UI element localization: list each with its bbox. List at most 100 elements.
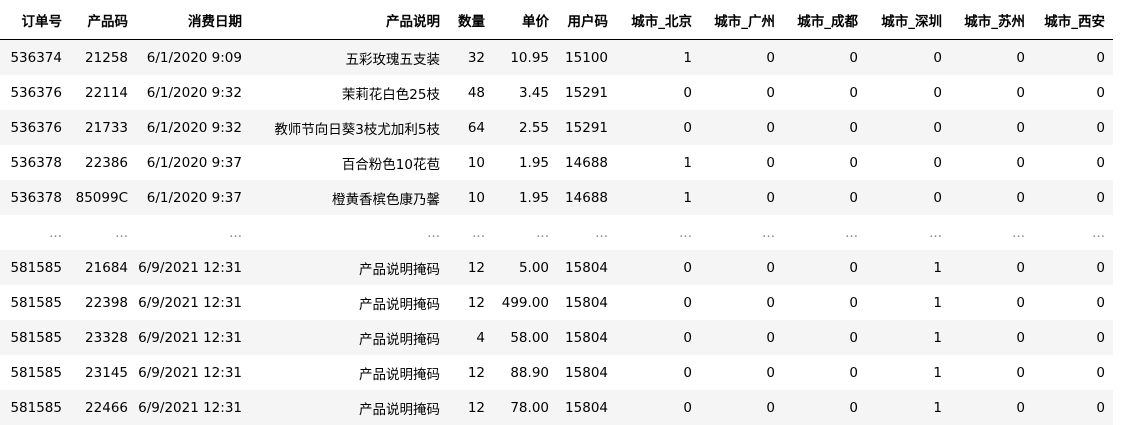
cell-purchase-date: 6/9/2021 12:31 [136, 320, 250, 355]
column-header-city-chengdu: 城市_成都 [783, 0, 866, 40]
cell-city-chengdu: 0 [783, 180, 866, 215]
cell-purchase-date: ... [136, 215, 250, 250]
table-body: 536374212586/1/2020 9:09五彩玫瑰五支装3210.9515… [0, 40, 1113, 425]
cell-city-shenzhen: 1 [866, 250, 950, 285]
cell-city-shenzhen: 1 [866, 390, 950, 425]
cell-city-guangzhou: 0 [700, 355, 783, 390]
cell-city-shenzhen: 1 [866, 285, 950, 320]
cell-product-code: 22114 [70, 75, 136, 110]
table-header: 订单号 产品码 消费日期 产品说明 数量 单价 用户码 城市_北京 城市_广州 … [0, 0, 1113, 40]
cell-quantity: 48 [448, 75, 493, 110]
cell-city-shenzhen: 0 [866, 40, 950, 76]
cell-city-beijing: 0 [616, 285, 700, 320]
cell-product-description: 五彩玫瑰五支装 [250, 40, 448, 76]
cell-user-id: 15804 [557, 320, 616, 355]
table-row: 581585223986/9/2021 12:31产品说明掩码12499.001… [0, 285, 1113, 320]
cell-city-xian: 0 [1033, 75, 1113, 110]
cell-product-description: ... [250, 215, 448, 250]
cell-order-id: 581585 [0, 320, 70, 355]
column-header-city-beijing: 城市_北京 [616, 0, 700, 40]
cell-user-id: 15804 [557, 390, 616, 425]
cell-city-xian: 0 [1033, 110, 1113, 145]
cell-unit-price: 58.00 [493, 320, 557, 355]
cell-city-beijing: 0 [616, 320, 700, 355]
cell-quantity: 4 [448, 320, 493, 355]
cell-city-xian: ... [1033, 215, 1113, 250]
cell-city-xian: 0 [1033, 180, 1113, 215]
cell-user-id: 15100 [557, 40, 616, 76]
column-header-city-suzhou: 城市_苏州 [950, 0, 1033, 40]
cell-quantity: 12 [448, 285, 493, 320]
column-header-city-guangzhou: 城市_广州 [700, 0, 783, 40]
cell-purchase-date: 6/1/2020 9:32 [136, 75, 250, 110]
table-row: 536374212586/1/2020 9:09五彩玫瑰五支装3210.9515… [0, 40, 1113, 76]
cell-city-suzhou: 0 [950, 285, 1033, 320]
cell-purchase-date: 6/1/2020 9:37 [136, 180, 250, 215]
table-row: 581585233286/9/2021 12:31产品说明掩码458.00158… [0, 320, 1113, 355]
cell-unit-price: 78.00 [493, 390, 557, 425]
cell-city-shenzhen: ... [866, 215, 950, 250]
cell-order-id: 581585 [0, 250, 70, 285]
cell-order-id: 581585 [0, 285, 70, 320]
cell-city-beijing: 0 [616, 110, 700, 145]
cell-city-shenzhen: 0 [866, 75, 950, 110]
cell-city-suzhou: 0 [950, 390, 1033, 425]
cell-city-beijing: 1 [616, 180, 700, 215]
cell-city-suzhou: 0 [950, 145, 1033, 180]
cell-product-code: 22398 [70, 285, 136, 320]
cell-city-beijing: 0 [616, 250, 700, 285]
cell-product-code: 23328 [70, 320, 136, 355]
cell-city-chengdu: 0 [783, 110, 866, 145]
cell-product-description: 产品说明掩码 [250, 355, 448, 390]
cell-unit-price: 5.00 [493, 250, 557, 285]
cell-quantity: 10 [448, 180, 493, 215]
table-row: 581585216846/9/2021 12:31产品说明掩码125.00158… [0, 250, 1113, 285]
table-row: 581585231456/9/2021 12:31产品说明掩码1288.9015… [0, 355, 1113, 390]
cell-city-xian: 0 [1033, 145, 1113, 180]
cell-quantity: 12 [448, 390, 493, 425]
cell-quantity: 12 [448, 355, 493, 390]
cell-city-guangzhou: 0 [700, 320, 783, 355]
cell-unit-price: 1.95 [493, 145, 557, 180]
cell-product-description: 茉莉花白色25枝 [250, 75, 448, 110]
cell-quantity: 10 [448, 145, 493, 180]
cell-city-chengdu: 0 [783, 320, 866, 355]
cell-quantity: 64 [448, 110, 493, 145]
dataframe-table: 订单号 产品码 消费日期 产品说明 数量 单价 用户码 城市_北京 城市_广州 … [0, 0, 1113, 425]
cell-city-guangzhou: ... [700, 215, 783, 250]
cell-city-chengdu: 0 [783, 250, 866, 285]
column-header-unit-price: 单价 [493, 0, 557, 40]
cell-city-xian: 0 [1033, 40, 1113, 76]
cell-city-guangzhou: 0 [700, 285, 783, 320]
cell-unit-price: 10.95 [493, 40, 557, 76]
cell-city-xian: 0 [1033, 320, 1113, 355]
column-header-product-description: 产品说明 [250, 0, 448, 40]
cell-unit-price: 88.90 [493, 355, 557, 390]
cell-city-suzhou: 0 [950, 110, 1033, 145]
cell-city-shenzhen: 1 [866, 355, 950, 390]
cell-city-shenzhen: 1 [866, 320, 950, 355]
cell-city-guangzhou: 0 [700, 390, 783, 425]
cell-city-chengdu: 0 [783, 285, 866, 320]
cell-order-id: 581585 [0, 355, 70, 390]
cell-city-chengdu: 0 [783, 355, 866, 390]
cell-order-id: 536374 [0, 40, 70, 76]
cell-quantity: 12 [448, 250, 493, 285]
cell-order-id: 581585 [0, 390, 70, 425]
cell-product-code: ... [70, 215, 136, 250]
table-row: 581585224666/9/2021 12:31产品说明掩码1278.0015… [0, 390, 1113, 425]
cell-unit-price: 3.45 [493, 75, 557, 110]
cell-purchase-date: 6/9/2021 12:31 [136, 250, 250, 285]
table-ellipsis-row: ....................................... [0, 215, 1113, 250]
cell-user-id: 15804 [557, 355, 616, 390]
cell-order-id: ... [0, 215, 70, 250]
cell-city-guangzhou: 0 [700, 250, 783, 285]
cell-product-description: 百合粉色10花苞 [250, 145, 448, 180]
cell-city-beijing: 1 [616, 40, 700, 76]
cell-product-description: 产品说明掩码 [250, 285, 448, 320]
cell-user-id: ... [557, 215, 616, 250]
cell-city-chengdu: 0 [783, 75, 866, 110]
column-header-city-xian: 城市_西安 [1033, 0, 1113, 40]
cell-user-id: 15291 [557, 75, 616, 110]
cell-city-chengdu: 0 [783, 40, 866, 76]
